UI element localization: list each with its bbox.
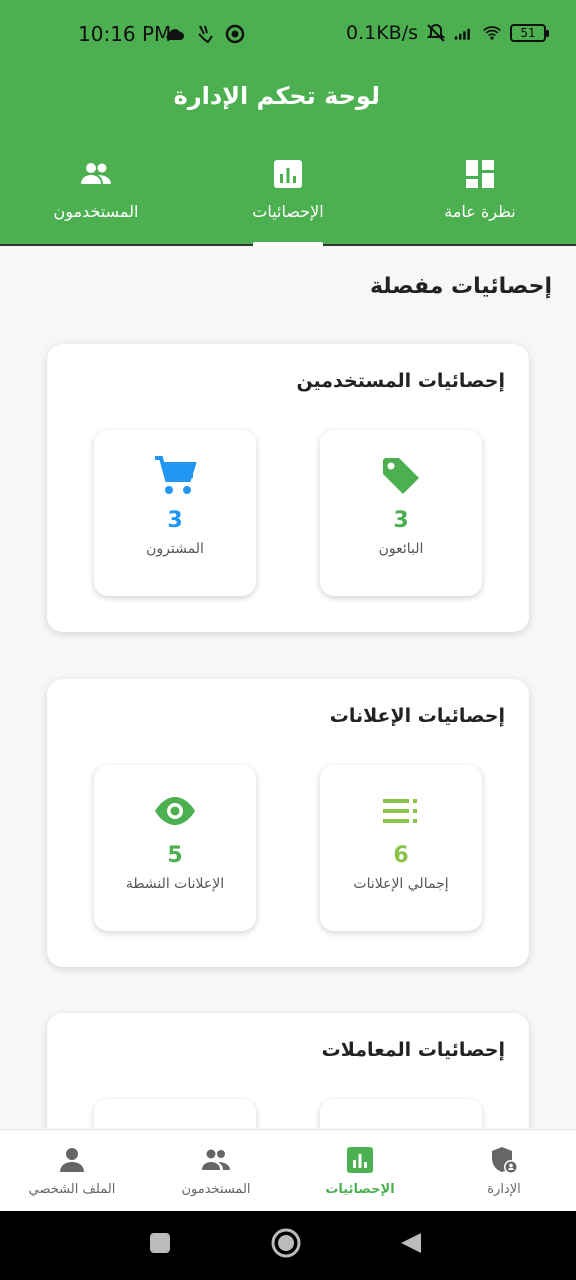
stat-value: 3	[393, 508, 409, 533]
cloud-icon	[165, 24, 185, 44]
status-time: 10:16 PM	[78, 22, 172, 46]
dashboard-icon	[462, 156, 498, 192]
stat-label: الإعلانات النشطة	[125, 876, 225, 892]
admin-shield-icon	[488, 1144, 520, 1176]
users-stats-card: إحصائيات المستخدمين 3 البائعون 3 المشترو…	[47, 344, 529, 632]
home-icon[interactable]	[270, 1227, 302, 1263]
bottom-nav-statistics[interactable]: الإحصائيات	[300, 1144, 420, 1197]
stat-value: 5	[167, 843, 183, 868]
bar-chart-icon	[344, 1144, 376, 1176]
tag-icon	[379, 454, 423, 498]
content-scroll[interactable]: إحصائيات مفصلة إحصائيات المستخدمين 3 الب…	[0, 248, 576, 1128]
section-title: إحصائيات مفصلة	[369, 274, 552, 299]
stat-value: 3	[167, 508, 183, 533]
bottom-nav-users[interactable]: المستخدمون	[156, 1144, 276, 1197]
recents-icon[interactable]	[148, 1231, 172, 1259]
bottom-nav: الإدارة الإحصائيات المستخدمون الملف الشخ…	[0, 1129, 576, 1211]
cart-icon	[153, 454, 197, 498]
stat-label: المشترون	[146, 541, 204, 557]
bottom-nav-profile[interactable]: الملف الشخصي	[12, 1144, 132, 1197]
tab-statistics[interactable]: الإحصائيات	[218, 156, 358, 236]
system-nav-bar	[0, 1211, 576, 1280]
tab-users-label: المستخدمون	[53, 202, 139, 221]
gesture-icon	[195, 24, 215, 44]
back-icon[interactable]	[399, 1231, 423, 1259]
net-speed: 0.1KB/s	[345, 22, 418, 44]
stat-label: البائعون	[378, 541, 424, 557]
tab-overview-label: نظرة عامة	[444, 202, 516, 221]
top-tab-bar: نظرة عامة الإحصائيات المستخدمون	[0, 142, 576, 246]
active-ads-stat[interactable]: 5 الإعلانات النشطة	[94, 765, 256, 931]
transactions-stat-1[interactable]	[320, 1099, 482, 1128]
signal-icon	[454, 23, 474, 43]
card-title: إحصائيات الإعلانات	[329, 705, 505, 727]
buyers-stat[interactable]: 3 المشترون	[94, 430, 256, 596]
eye-icon	[153, 789, 197, 833]
battery-icon: 51	[510, 24, 549, 42]
stat-label: إجمالي الإعلانات	[353, 876, 449, 892]
partial-icon	[153, 1123, 197, 1128]
stat-value: 6	[393, 843, 409, 868]
status-left-icons	[165, 24, 245, 44]
ads-stats-card: إحصائيات الإعلانات 6 إجمالي الإعلانات 5 …	[47, 679, 529, 967]
bottom-nav-statistics-label: الإحصائيات	[325, 1182, 395, 1197]
mute-bell-icon	[426, 23, 446, 43]
bottom-nav-admin[interactable]: الإدارة	[444, 1144, 564, 1197]
tab-users[interactable]: المستخدمون	[26, 156, 166, 236]
people-icon	[78, 156, 114, 192]
transactions-stats-card: إحصائيات المعاملات	[47, 1013, 529, 1128]
bottom-nav-users-label: المستخدمون	[181, 1182, 251, 1197]
list-icon	[379, 789, 423, 833]
app-title: لوحة تحكم الإدارة	[173, 82, 380, 110]
card-title: إحصائيات المستخدمين	[296, 370, 505, 392]
status-bar: 10:16 PM 0.1KB/s 51	[0, 0, 576, 72]
bar-chart-icon	[270, 156, 306, 192]
tab-indicator	[253, 242, 323, 246]
sellers-stat[interactable]: 3 البائعون	[320, 430, 482, 596]
person-icon	[56, 1144, 88, 1176]
status-right: 0.1KB/s 51	[345, 22, 549, 44]
tab-statistics-label: الإحصائيات	[252, 202, 324, 221]
app-bar: لوحة تحكم الإدارة	[0, 72, 576, 142]
wifi-icon	[482, 23, 502, 43]
bottom-nav-admin-label: الإدارة	[487, 1182, 521, 1197]
bottom-nav-profile-label: الملف الشخصي	[28, 1182, 116, 1197]
whatsapp-icon	[225, 24, 245, 44]
card-title: إحصائيات المعاملات	[321, 1039, 505, 1061]
total-ads-stat[interactable]: 6 إجمالي الإعلانات	[320, 765, 482, 931]
transactions-stat-2[interactable]	[94, 1099, 256, 1128]
tab-overview[interactable]: نظرة عامة	[410, 156, 550, 236]
people-icon	[200, 1144, 232, 1176]
